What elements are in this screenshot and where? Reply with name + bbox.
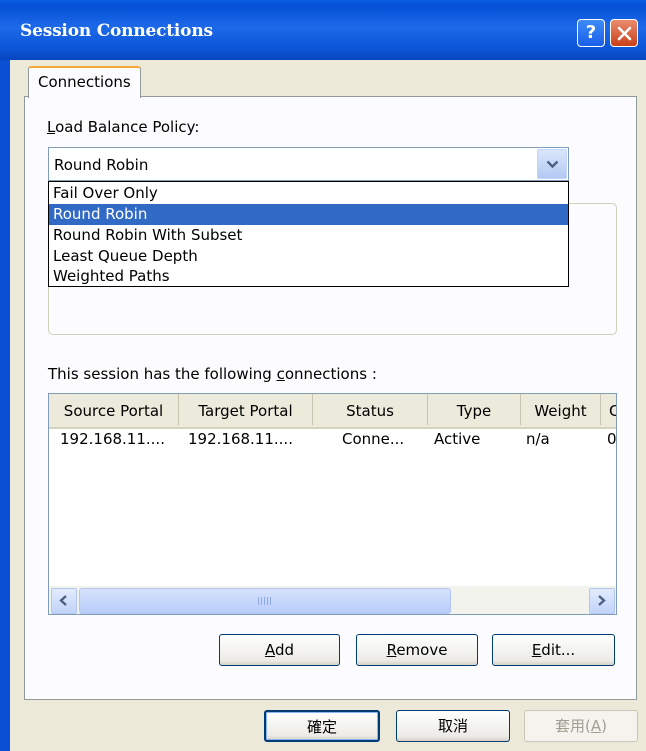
window-title: Session Connections — [20, 21, 213, 41]
cell-extra: 0 — [607, 430, 617, 448]
grip-icon — [258, 597, 272, 605]
option-round-robin[interactable]: Round Robin — [49, 204, 568, 225]
edit-button[interactable]: Edit... — [492, 634, 615, 666]
column-weight[interactable]: Weight — [521, 394, 601, 425]
close-button[interactable] — [610, 19, 638, 47]
arrow-left-icon — [59, 595, 67, 606]
column-source-portal[interactable]: Source Portal — [49, 394, 179, 425]
cell-status: Conne... — [342, 430, 405, 448]
window-border — [0, 60, 10, 751]
cell-weight: n/a — [526, 430, 550, 448]
cell-source: 192.168.11.... — [60, 430, 165, 448]
option-round-robin-with-subset[interactable]: Round Robin With Subset — [49, 225, 568, 246]
option-fail-over-only[interactable]: Fail Over Only — [49, 183, 568, 204]
arrow-right-icon — [598, 595, 606, 606]
load-balance-select[interactable]: Round Robin — [48, 147, 569, 181]
tab-label: Connections — [38, 73, 131, 91]
horizontal-scrollbar[interactable] — [49, 586, 616, 614]
apply-button[interactable]: 套用(A) — [524, 710, 638, 742]
ok-button[interactable]: 確定 — [264, 710, 380, 742]
connections-label: This session has the following connectio… — [48, 365, 377, 383]
load-balance-selected: Round Robin — [54, 156, 149, 174]
option-least-queue-depth[interactable]: Least Queue Depth — [49, 246, 568, 267]
list-header: Source Portal Target Portal Status Type … — [49, 394, 616, 429]
column-type[interactable]: Type — [428, 394, 521, 425]
close-icon — [617, 26, 632, 41]
column-status[interactable]: Status — [313, 394, 428, 425]
scroll-left-button[interactable] — [51, 588, 77, 614]
help-button[interactable]: ? — [577, 19, 605, 47]
cancel-button[interactable]: 取消 — [396, 710, 510, 742]
chevron-down-icon — [546, 160, 559, 169]
cell-type: Active — [434, 430, 481, 448]
option-weighted-paths[interactable]: Weighted Paths — [49, 266, 568, 287]
help-icon: ? — [585, 22, 597, 43]
connections-list[interactable]: Source Portal Target Portal Status Type … — [48, 393, 617, 615]
scroll-thumb[interactable] — [79, 588, 451, 614]
remove-button[interactable]: Remove — [356, 634, 478, 666]
cell-target: 192.168.11.... — [188, 430, 293, 448]
load-balance-label: Load Balance Policy: — [47, 118, 200, 136]
add-button[interactable]: Add — [219, 634, 340, 666]
tab-connections[interactable]: Connections — [28, 66, 141, 98]
scroll-right-button[interactable] — [589, 588, 615, 614]
column-target-portal[interactable]: Target Portal — [179, 394, 313, 425]
load-balance-options-list[interactable]: Fail Over Only Round Robin Round Robin W… — [48, 181, 569, 287]
column-extra[interactable]: C — [601, 394, 616, 425]
dropdown-arrow-button[interactable] — [537, 149, 567, 179]
